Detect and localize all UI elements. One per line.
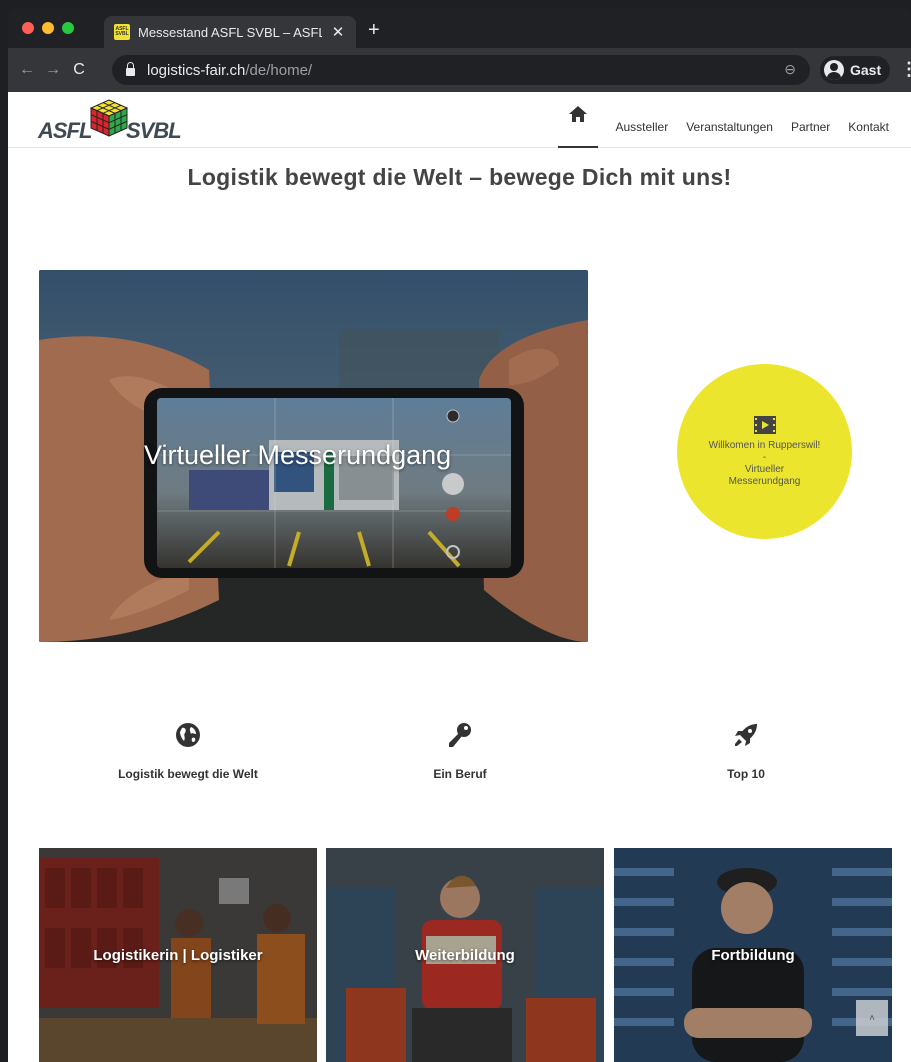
feature-label: Ein Beruf bbox=[433, 767, 487, 781]
lock-icon[interactable] bbox=[126, 62, 135, 76]
browser-menu-icon[interactable]: ⋮ bbox=[900, 60, 911, 78]
window-minimize-button[interactable] bbox=[42, 22, 54, 34]
logo-text-right: SVBL bbox=[126, 118, 182, 143]
favicon-icon: ASFL SVBL bbox=[114, 24, 130, 40]
browser-toolbar: ← → C logistics-fair.ch/de/home/ ⊖ Gast … bbox=[8, 48, 911, 92]
reload-icon[interactable]: C bbox=[66, 61, 92, 79]
promo-line-3: Messerundgang bbox=[728, 475, 801, 487]
promo-line-1: Willkomen in Rupperswil! bbox=[708, 439, 821, 451]
window-zoom-button[interactable] bbox=[62, 22, 74, 34]
browser-tab-bar: ASFL SVBL Messestand ASFL SVBL – ASFL ✕ … bbox=[8, 8, 911, 48]
tile-label: Weiterbildung bbox=[415, 947, 515, 964]
feature-beruf[interactable]: Ein Beruf bbox=[340, 722, 580, 781]
tab-title: Messestand ASFL SVBL – ASFL bbox=[138, 24, 322, 40]
url-host: logistics-fair.ch bbox=[147, 61, 246, 79]
feature-label: Top 10 bbox=[727, 767, 765, 781]
nav-item-partner[interactable]: Partner bbox=[791, 120, 830, 134]
tile-weiterbildung[interactable]: Weiterbildung bbox=[326, 848, 604, 1062]
rubiks-cube-icon bbox=[89, 99, 129, 137]
nav-item-veranstaltungen[interactable]: Veranstaltungen bbox=[686, 120, 773, 134]
zoom-icon[interactable]: ⊖ bbox=[784, 61, 796, 78]
nav-item-aussteller[interactable]: Aussteller bbox=[616, 120, 669, 134]
profile-button[interactable]: Gast bbox=[820, 56, 890, 84]
window-close-button[interactable] bbox=[22, 22, 34, 34]
logo-text-left: ASFL bbox=[38, 118, 92, 143]
site-header: ASFL SVBL Aussteller Veranstaltungen Par… bbox=[8, 92, 911, 148]
promo-line-2: Virtueller bbox=[744, 463, 785, 475]
feature-label: Logistik bewegt die Welt bbox=[118, 767, 258, 781]
feature-top10[interactable]: Top 10 bbox=[626, 722, 866, 781]
home-icon bbox=[568, 106, 587, 122]
tile-fortbildung[interactable]: Fortbildung bbox=[614, 848, 892, 1062]
promo-separator: - bbox=[762, 451, 767, 463]
rocket-icon bbox=[735, 724, 757, 746]
virtual-tour-promo-button[interactable]: Willkomen in Rupperswil! - Virtueller Me… bbox=[677, 364, 852, 539]
forward-icon[interactable]: → bbox=[40, 61, 66, 79]
tab-close-icon[interactable]: ✕ bbox=[330, 23, 346, 41]
url-path: /de/home/ bbox=[245, 61, 313, 79]
main-navigation: Aussteller Veranstaltungen Partner Konta… bbox=[557, 106, 889, 148]
page-headline: Logistik bewegt die Welt – bewege Dich m… bbox=[187, 164, 732, 190]
web-page: ASFL SVBL Aussteller Veranstaltungen Par… bbox=[8, 92, 911, 1062]
feature-logistik[interactable]: Logistik bewegt die Welt bbox=[68, 722, 308, 781]
avatar-icon bbox=[824, 60, 844, 80]
key-icon bbox=[449, 723, 471, 747]
globe-icon bbox=[176, 723, 200, 747]
tile-logistiker[interactable]: Logistikerin | Logistiker bbox=[39, 848, 317, 1062]
nav-home[interactable] bbox=[557, 106, 598, 148]
profile-name: Gast bbox=[850, 62, 882, 78]
hero-image-link[interactable]: Virtueller Messerundgang bbox=[39, 270, 588, 642]
tile-label: Fortbildung bbox=[711, 947, 795, 964]
tile-label: Logistikerin | Logistiker bbox=[93, 947, 263, 964]
hero-title: Virtueller Messerundgang bbox=[144, 440, 452, 470]
back-icon[interactable]: ← bbox=[14, 61, 40, 79]
browser-tab[interactable]: ASFL SVBL Messestand ASFL SVBL – ASFL ✕ bbox=[104, 16, 356, 48]
film-play-icon bbox=[753, 415, 776, 434]
scroll-to-top-button[interactable]: ˄ bbox=[856, 1000, 888, 1036]
nav-item-kontakt[interactable]: Kontakt bbox=[848, 120, 889, 134]
new-tab-button[interactable]: + bbox=[368, 20, 380, 40]
address-bar[interactable]: logistics-fair.ch/de/home/ ⊖ bbox=[112, 55, 810, 85]
site-logo[interactable]: ASFL SVBL bbox=[38, 98, 198, 144]
